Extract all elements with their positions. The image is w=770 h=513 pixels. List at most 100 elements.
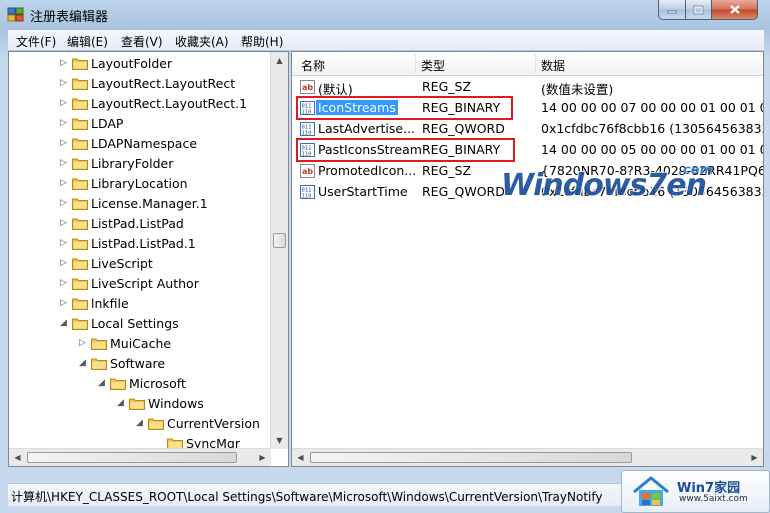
tree-node-label: CurrentVersion [167,416,260,431]
tree-node-label: LiveScript Author [91,276,199,291]
tree-node[interactable]: ◢ Windows [9,394,271,414]
tree-node[interactable]: ▷ LayoutRect.LayoutRect [9,74,271,94]
tree-node-label: LiveScript [91,256,153,271]
minimize-button[interactable] [658,0,686,20]
tree-node-label: Microsoft [129,376,186,391]
collapsed-arrow-icon[interactable]: ▷ [60,278,69,289]
tree-node[interactable]: ▷ ListPad.ListPad.1 [9,234,271,254]
menu-file[interactable]: 文件(F) [16,33,56,50]
tree-node-label: MuiCache [110,336,172,351]
watermark-logo: Windows7en [501,168,707,203]
collapsed-arrow-icon[interactable]: ▷ [60,58,69,69]
title-bar[interactable]: 注册表编辑器 [0,0,770,30]
folder-icon [72,258,88,270]
string-value-icon: ab [300,80,315,94]
collapsed-arrow-icon[interactable]: ▷ [79,338,88,349]
tree-node-label: ListPad.ListPad.1 [91,236,196,251]
tree-vertical-scrollbar[interactable]: ▲ ▼ [270,52,288,449]
value-data: (数值未设置) [541,82,614,97]
collapsed-arrow-icon[interactable]: ▷ [60,158,69,169]
menu-help[interactable]: 帮助(H) [241,33,283,50]
folder-icon [91,358,107,370]
column-name-header[interactable]: 名称 [301,57,325,74]
tree-node[interactable]: ▷ MuiCache [9,334,271,354]
scroll-up-arrow-icon[interactable]: ▲ [271,52,288,69]
expanded-arrow-icon[interactable]: ◢ [98,378,107,389]
tree-node[interactable]: ◢ Software [9,354,271,374]
menu-edit[interactable]: 编辑(E) [67,33,108,50]
window-title: 注册表编辑器 [30,10,109,25]
tree-node[interactable]: ▷ LDAPNamespace [9,134,271,154]
folder-icon [110,378,126,390]
values-hscroll-thumb[interactable] [310,452,632,463]
menu-view[interactable]: 查看(V) [121,33,163,50]
expanded-arrow-icon[interactable]: ◢ [79,358,88,369]
tree-node[interactable]: ◢ Microsoft [9,374,271,394]
tree-node[interactable]: ▷ LDAP [9,114,271,134]
svg-text:ab: ab [302,83,313,92]
folder-icon [148,418,164,430]
tree-node[interactable]: ▷ LibraryFolder [9,154,271,174]
scroll-right-arrow-icon[interactable]: ▶ [746,449,763,466]
tree-node-label: LibraryLocation [91,176,188,191]
collapsed-arrow-icon[interactable]: ▷ [60,138,69,149]
scroll-left-arrow-icon[interactable]: ◀ [9,449,26,466]
scroll-down-arrow-icon[interactable]: ▼ [271,432,288,449]
collapsed-arrow-icon[interactable]: ▷ [60,118,69,129]
house-logo-icon [633,476,669,506]
key-tree-pane: ▷ LayoutFolder ▷ LayoutRect.LayoutRect ▷ Layo… [8,51,289,467]
tree-node[interactable]: ▷ LibraryLocation [9,174,271,194]
folder-icon [129,398,145,410]
close-button[interactable] [712,0,758,20]
tree-node[interactable]: ▷ License.Manager.1 [9,194,271,214]
value-data: 0x1cfdbc76f8cbb16 (13056456383350 [541,121,764,136]
collapsed-arrow-icon[interactable]: ▷ [60,218,69,229]
values-horizontal-scrollbar[interactable]: ◀ ▶ [292,448,763,466]
tree-scroll-thumb[interactable] [273,233,286,248]
tree-node[interactable]: ▷ lnkfile [9,294,271,314]
tree-node[interactable]: ▷ LayoutFolder [9,54,271,74]
expanded-arrow-icon[interactable]: ◢ [60,318,69,329]
tree-node[interactable]: ◢ CurrentVersion [9,414,271,434]
tree-node[interactable]: ▷ LayoutRect.LayoutRect.1 [9,94,271,114]
folder-icon [72,218,88,230]
values-header: 名称 类型 数据 [292,52,763,76]
folder-icon [72,58,88,70]
maximize-button[interactable] [686,0,712,20]
collapsed-arrow-icon[interactable]: ▷ [60,238,69,249]
value-data: 14 00 00 00 05 00 00 00 01 00 01 00 [541,142,764,157]
expanded-arrow-icon[interactable]: ◢ [136,418,145,429]
collapsed-arrow-icon[interactable]: ▷ [60,98,69,109]
collapsed-arrow-icon[interactable]: ▷ [60,258,69,269]
tree-hscroll-thumb[interactable] [27,452,237,463]
folder-icon [72,158,88,170]
tree-node[interactable]: ◢ Local Settings [9,314,271,334]
collapsed-arrow-icon[interactable]: ▷ [60,198,69,209]
column-divider[interactable] [535,54,536,73]
tree-horizontal-scrollbar[interactable]: ◀ ▶ [9,448,271,466]
tree-node-label: ListPad.ListPad [91,216,184,231]
collapsed-arrow-icon[interactable]: ▷ [60,298,69,309]
expanded-arrow-icon[interactable]: ◢ [117,398,126,409]
tree-node-label: Local Settings [91,316,179,331]
binary-value-icon: 011110 [300,185,315,199]
highlight-box-iconstreams [296,96,513,120]
column-divider[interactable] [415,54,416,73]
value-name: PromotedIcon... [318,163,417,178]
scroll-left-arrow-icon[interactable]: ◀ [292,449,309,466]
tree-node[interactable]: ▷ LiveScript Author [9,274,271,294]
value-name: (默认) [318,82,353,97]
collapsed-arrow-icon[interactable]: ▷ [60,78,69,89]
value-row[interactable]: ab (默认) REG_SZ (数值未设置) [292,77,763,98]
watermark-domain: .com [678,163,714,178]
tree-node[interactable]: ▷ ListPad.ListPad [9,214,271,234]
column-type-header[interactable]: 类型 [421,57,445,74]
scroll-right-arrow-icon[interactable]: ▶ [254,449,271,466]
svg-text:110: 110 [302,194,312,200]
minimize-icon [667,10,677,13]
value-row[interactable]: 011 110 LastAdvertise... REG_QWORD 0x1cfdbc7… [292,119,763,140]
collapsed-arrow-icon[interactable]: ▷ [60,178,69,189]
column-data-header[interactable]: 数据 [541,57,565,74]
tree-node[interactable]: ▷ LiveScript [9,254,271,274]
menu-favorites[interactable]: 收藏夹(A) [175,33,229,50]
